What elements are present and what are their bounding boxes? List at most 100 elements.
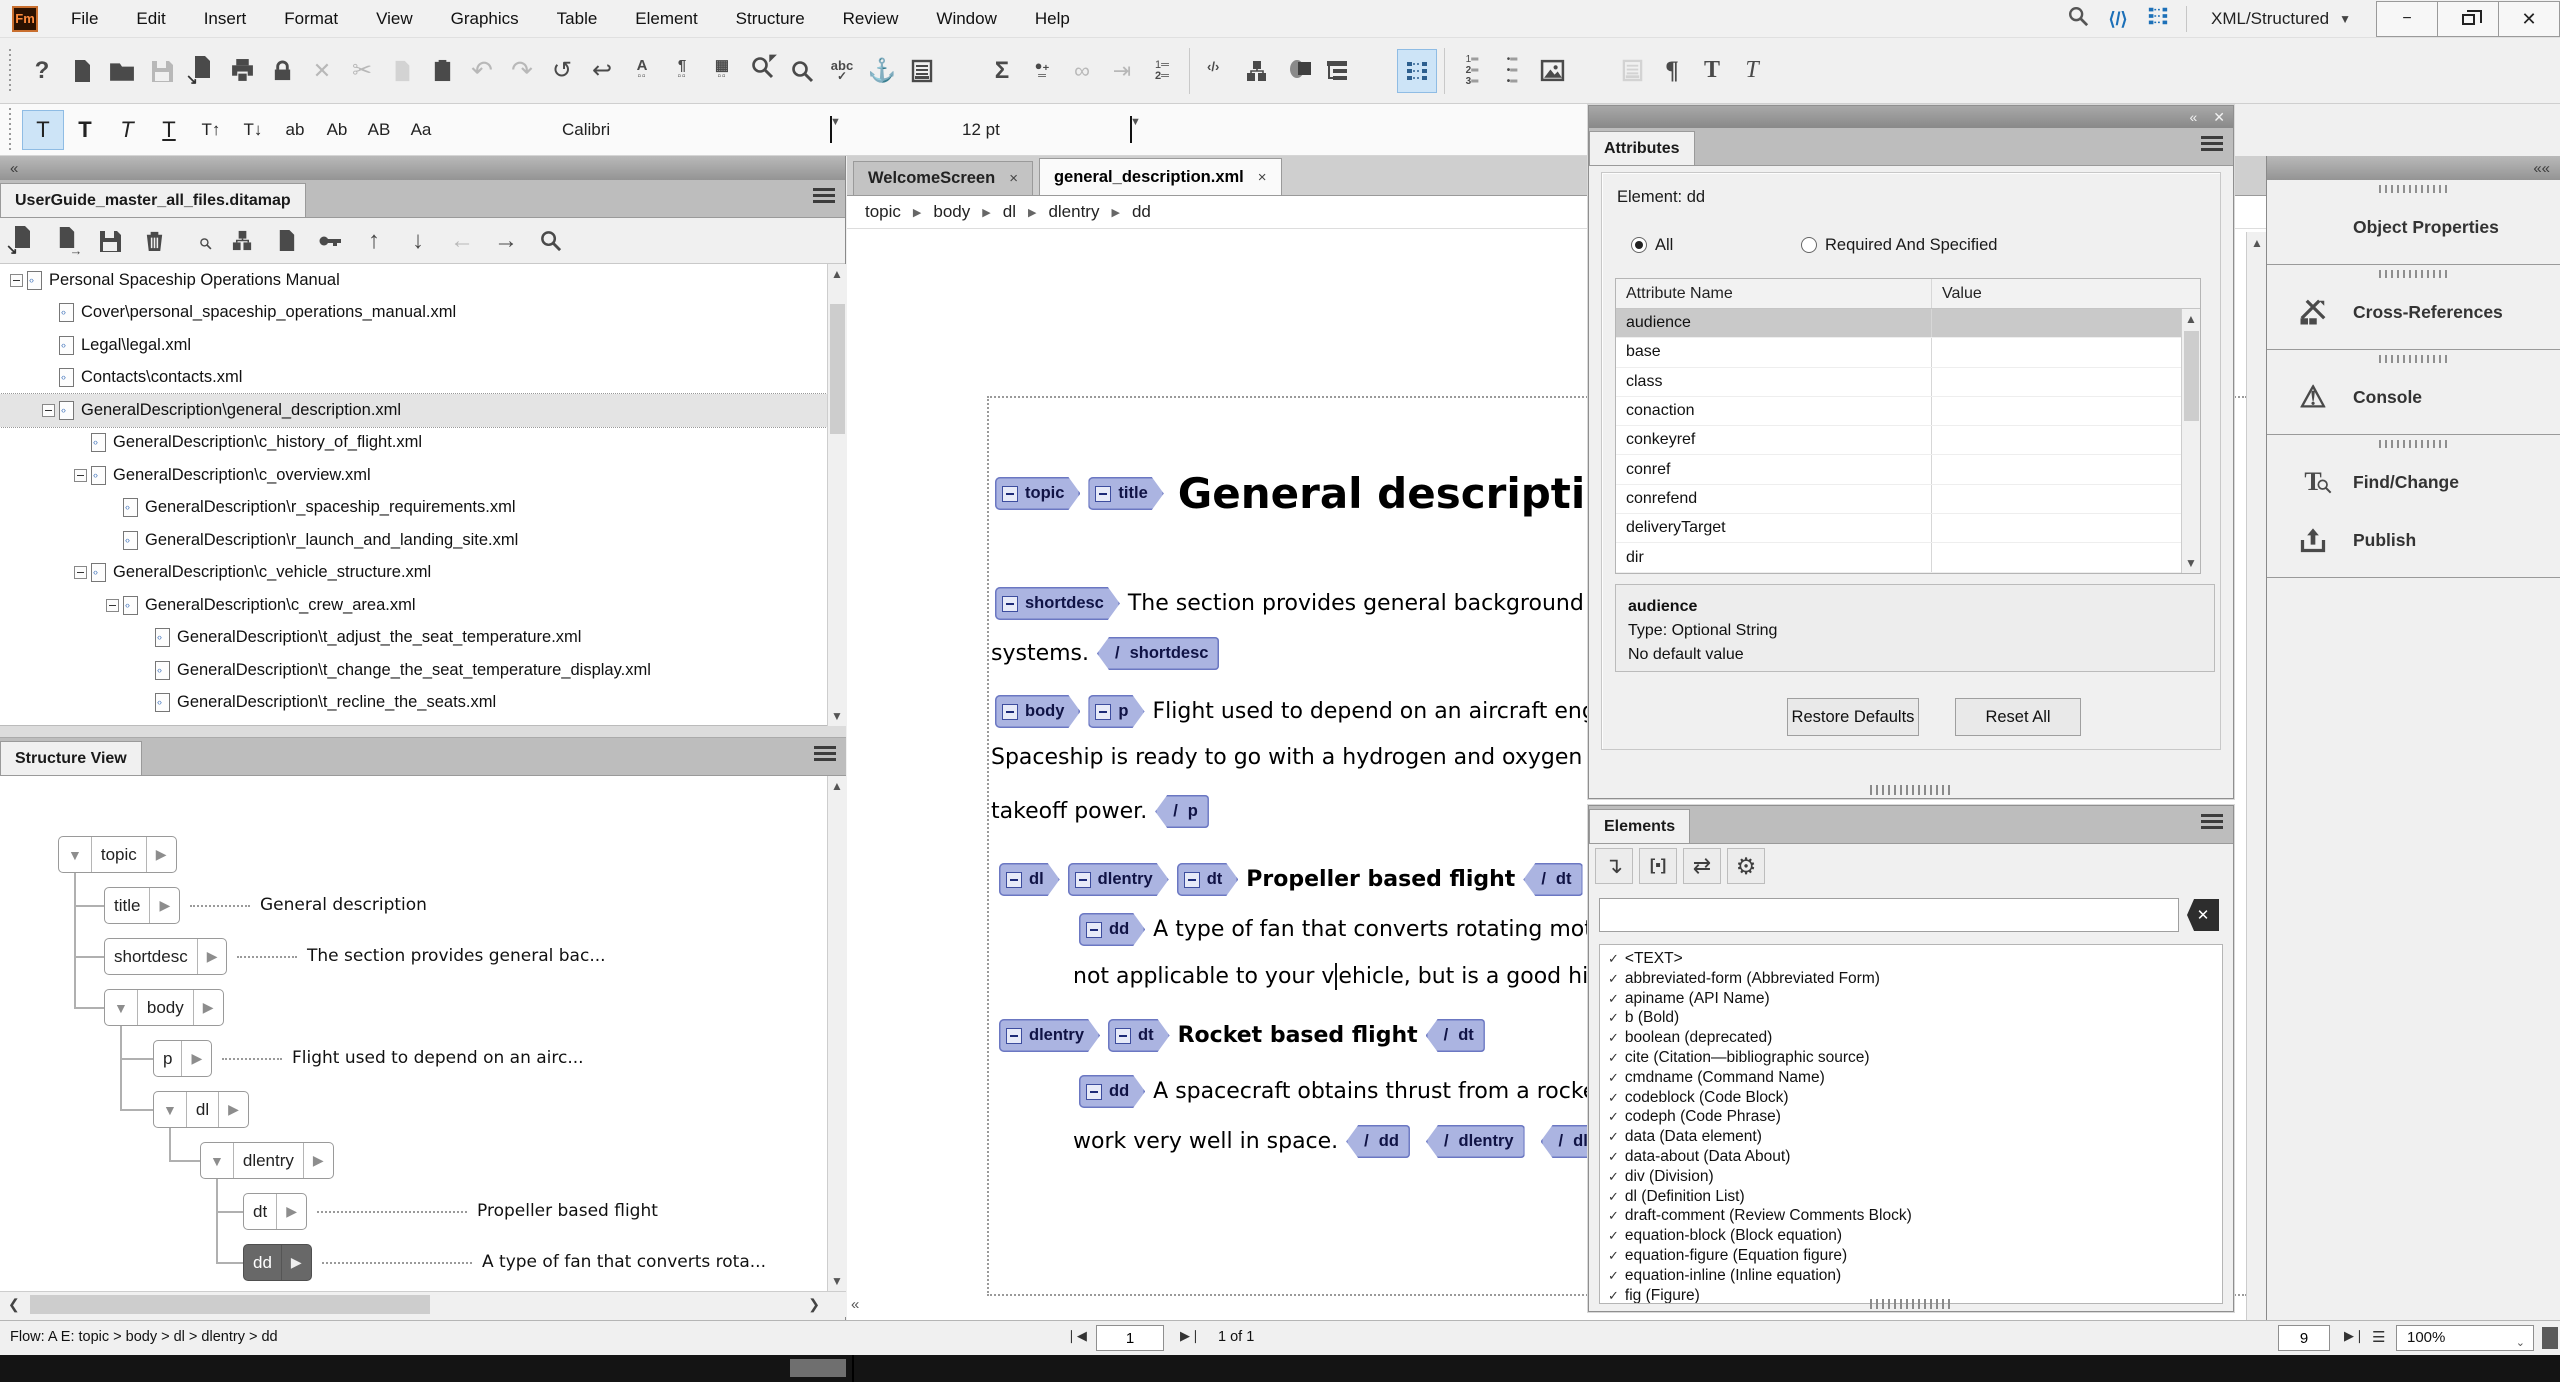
page-number-input[interactable] (1096, 1325, 1164, 1351)
collapse-triangle-icon[interactable]: ▼ (68, 847, 82, 863)
panel-resize-grip[interactable] (1870, 785, 1954, 795)
collapse-element-icon[interactable] (1002, 596, 1018, 612)
search-icon[interactable] (2058, 5, 2098, 33)
element-catalog-item[interactable]: ✓<TEXT> (1608, 949, 2222, 969)
book-tree-item[interactable]: GeneralDescription\c_crew_area.xml (0, 589, 827, 622)
search-button[interactable] (528, 219, 572, 263)
element-start-tag-shortdesc[interactable]: shortdesc (995, 587, 1120, 620)
collapse-panel-icon[interactable]: « (2189, 109, 2197, 125)
element-start-tag-p[interactable]: p (1088, 695, 1144, 728)
insert-table-button[interactable] (942, 49, 982, 93)
collapse-toggle-icon[interactable] (106, 599, 119, 612)
book-tree-item[interactable]: Cover\personal_spaceship_operations_manu… (0, 297, 827, 330)
toolbar-drag-handle[interactable] (6, 49, 14, 93)
dock-drag-grip[interactable] (2267, 350, 2560, 368)
book-tree-item[interactable]: Contacts\contacts.xml (0, 362, 827, 395)
collapse-element-icon[interactable] (1075, 872, 1091, 888)
element-catalog-item[interactable]: ✓b (Bold) (1608, 1008, 2222, 1028)
workspace-mode-select[interactable]: XML/Structured (2211, 9, 2329, 29)
element-start-tag-dt[interactable]: dt (1177, 863, 1239, 896)
style-subscript-button[interactable]: T↓ (232, 110, 274, 150)
open-document-button[interactable] (102, 49, 142, 93)
toolbar-drag-handle[interactable] (6, 108, 14, 152)
element-catalog-item[interactable]: ✓boolean (deprecated) (1608, 1028, 2222, 1048)
attribute-table-scrollbar[interactable]: ▲▼ (2181, 309, 2200, 573)
close-tab-icon[interactable]: × (1258, 169, 1267, 186)
element-catalog-list[interactable]: ✓<TEXT>✓abbreviated-form (Abbreviated Fo… (1599, 944, 2223, 1304)
element-catalog-item[interactable]: ✓equation-figure (Equation figure) (1608, 1246, 2222, 1266)
book-tree-item[interactable]: Legal\legal.xml (0, 329, 827, 362)
element-start-tag-body[interactable]: body (995, 695, 1080, 728)
key-button[interactable] (308, 219, 352, 263)
attribute-row-conref[interactable]: conref (1616, 455, 2200, 484)
menu-review[interactable]: Review (824, 0, 918, 38)
font-size-select[interactable]: 12 pt▼ (902, 116, 1152, 143)
insert-text-element-button[interactable]: A▫▫ (622, 49, 662, 93)
element-search-input[interactable] (1599, 898, 2179, 932)
book-tree-item[interactable]: GeneralDescription\r_launch_and_landing_… (0, 524, 827, 557)
document-tab-WelcomeScreen[interactable]: WelcomeScreen× (853, 161, 1033, 195)
list-format-button[interactable]: 1═2═ (1142, 49, 1182, 93)
expand-triangle-icon[interactable]: ▶ (291, 1254, 302, 1271)
change-element-button[interactable]: ⇄ (1683, 848, 1721, 884)
radio-required-and-specified[interactable]: Required And Specified (1801, 236, 1997, 255)
dock-object-properties[interactable]: Object Properties (2267, 198, 2560, 256)
bulleted-list-button[interactable]: •═•═•═ (1492, 49, 1532, 93)
breadcrumb-topic[interactable]: topic (865, 202, 901, 222)
menu-file[interactable]: File (52, 0, 117, 38)
move-down-button[interactable]: ↓ (396, 219, 440, 263)
expand-triangle-icon[interactable]: ▶ (228, 1101, 239, 1118)
validate-xml-button[interactable] (1357, 49, 1397, 93)
structure-node-topic[interactable]: ▼topic▶ (58, 836, 177, 873)
element-catalog-item[interactable]: ✓cite (Citation—bibliographic source) (1608, 1048, 2222, 1068)
page-button[interactable] (264, 219, 308, 263)
book-tree-item[interactable]: Personal Spaceship Operations Manual (0, 264, 827, 297)
panel-menu-icon[interactable] (813, 188, 835, 206)
element-catalog-item[interactable]: ✓cmdname (Command Name) (1608, 1068, 2222, 1088)
element-start-tag-topic[interactable]: topic (995, 477, 1080, 510)
collapse-element-icon[interactable] (1115, 1028, 1131, 1044)
panel-menu-icon[interactable] (2201, 814, 2223, 832)
element-catalog-item[interactable]: ✓data (Data element) (1608, 1127, 2222, 1147)
equations-button[interactable]: Σ (982, 49, 1022, 93)
element-catalog-item[interactable]: ✓codeph (Code Phrase) (1608, 1107, 2222, 1127)
style-capitalize-button[interactable]: Aa (400, 110, 442, 150)
horizontal-scroll-thumb[interactable] (790, 1359, 846, 1377)
menu-insert[interactable]: Insert (185, 0, 266, 38)
element-catalog-item[interactable]: ✓data-about (Data About) (1608, 1147, 2222, 1167)
element-start-tag-dd[interactable]: dd (1079, 913, 1145, 946)
element-end-tag-dt[interactable]: /dt (1426, 1019, 1485, 1052)
import-document-button[interactable]: ↘ (182, 49, 222, 93)
structure-scrollbar-v[interactable]: ▲▼ (827, 776, 846, 1291)
menu-structure[interactable]: Structure (717, 0, 824, 38)
collapse-element-icon[interactable] (1086, 1084, 1102, 1100)
collapse-toggle-icon[interactable] (74, 469, 87, 482)
element-catalog-item[interactable]: ✓codeblock (Code Block) (1608, 1088, 2222, 1108)
structured-view-icon[interactable] (2138, 5, 2178, 33)
spellcheck-button[interactable]: abc✓ (822, 49, 862, 93)
track-changes-button[interactable]: ∞ (1062, 49, 1102, 93)
collapse-element-icon[interactable] (1095, 486, 1111, 502)
structure-node-dd[interactable]: dd▶ (243, 1244, 312, 1281)
first-page-icon[interactable]: ❘◀ (1066, 1328, 1087, 1344)
attribute-row-deliveryTarget[interactable]: deliveryTarget (1616, 514, 2200, 543)
character-italic-button[interactable]: T (1732, 49, 1772, 93)
clear-search-icon[interactable]: ✕ (2187, 899, 2219, 931)
collapse-element-icon[interactable] (1006, 1028, 1022, 1044)
attribute-row-dir[interactable]: dir (1616, 543, 2200, 572)
redo-button[interactable]: ↷ (502, 49, 542, 93)
dock-cross-references[interactable]: Cross-References (2267, 283, 2560, 341)
collapse-toggle-icon[interactable] (74, 566, 87, 579)
anchored-frame-button[interactable]: ⚓ (862, 49, 902, 93)
collapse-triangle-icon[interactable]: ▼ (163, 1102, 177, 1118)
table-designer-button[interactable] (1572, 49, 1612, 93)
collapse-left-icon[interactable]: « (10, 160, 18, 177)
attribute-name-column-header[interactable]: Attribute Name (1616, 279, 1932, 308)
attribute-row-base[interactable]: base (1616, 338, 2200, 367)
collapse-element-icon[interactable] (1002, 704, 1018, 720)
book-tree-item[interactable]: GeneralDescription\t_recline_the_seats.x… (0, 687, 827, 720)
move-up-button[interactable]: ↑ (352, 219, 396, 263)
undo-button[interactable]: ↶ (462, 49, 502, 93)
collapse-triangle-icon[interactable]: ▼ (114, 1000, 128, 1016)
show-paragraph-marks-button[interactable]: ¶ (1652, 49, 1692, 93)
